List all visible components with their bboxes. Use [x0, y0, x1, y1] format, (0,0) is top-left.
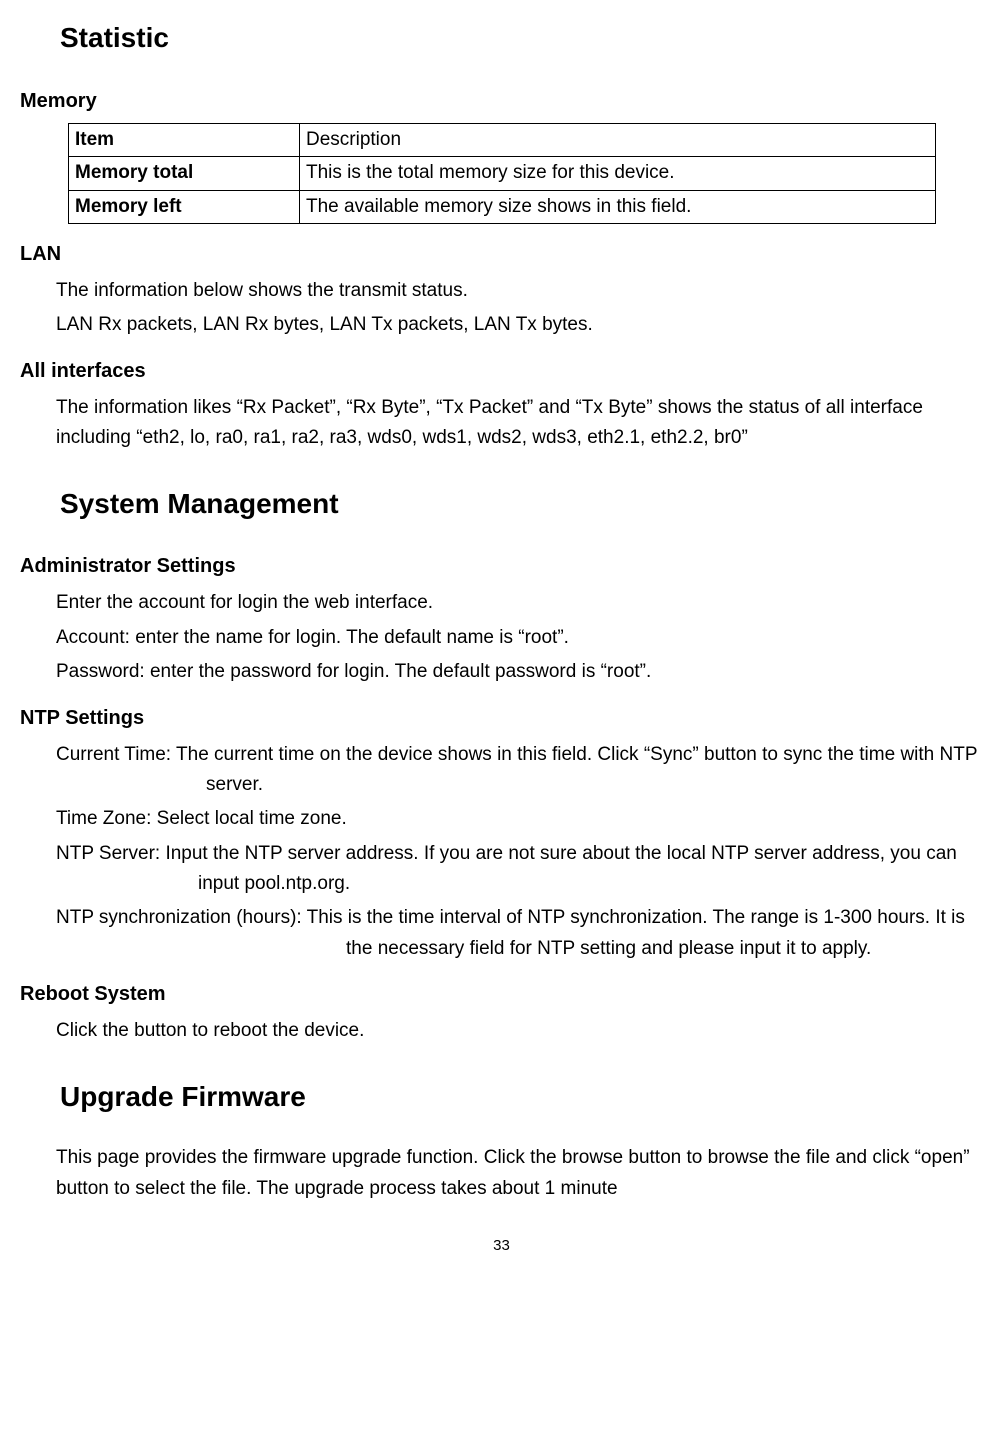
- table-cell-item: Memory left: [69, 190, 300, 223]
- table-row: Memory left The available memory size sh…: [69, 190, 936, 223]
- ntp-current-time: Current Time: The current time on the de…: [56, 740, 983, 801]
- heading-statistic: Statistic: [60, 16, 983, 61]
- lan-text-2: LAN Rx packets, LAN Rx bytes, LAN Tx pac…: [56, 310, 983, 340]
- memory-table: Item Description Memory total This is th…: [68, 123, 936, 224]
- subheading-lan: LAN: [20, 238, 983, 270]
- subheading-reboot-system: Reboot System: [20, 978, 983, 1010]
- table-header-desc: Description: [300, 123, 936, 156]
- subheading-all-interfaces: All interfaces: [20, 355, 983, 387]
- subheading-admin-settings: Administrator Settings: [20, 550, 983, 582]
- heading-system-management: System Management: [60, 482, 983, 527]
- ntp-time-zone: Time Zone: Select local time zone.: [56, 804, 983, 834]
- reboot-text: Click the button to reboot the device.: [56, 1016, 983, 1046]
- lan-text-1: The information below shows the transmit…: [56, 276, 983, 306]
- all-interfaces-text: The information likes “Rx Packet”, “Rx B…: [56, 393, 983, 454]
- heading-upgrade-firmware: Upgrade Firmware: [60, 1075, 983, 1120]
- table-cell-desc: The available memory size shows in this …: [300, 190, 936, 223]
- table-cell-desc: This is the total memory size for this d…: [300, 157, 936, 190]
- table-header-row: Item Description: [69, 123, 936, 156]
- table-header-item: Item: [69, 123, 300, 156]
- admin-text-3: Password: enter the password for login. …: [56, 657, 983, 687]
- table-cell-item: Memory total: [69, 157, 300, 190]
- subheading-memory: Memory: [20, 85, 983, 117]
- ntp-sync: NTP synchronization (hours): This is the…: [56, 903, 983, 964]
- page-number: 33: [20, 1234, 983, 1258]
- admin-text-2: Account: enter the name for login. The d…: [56, 623, 983, 653]
- table-row: Memory total This is the total memory si…: [69, 157, 936, 190]
- ntp-server: NTP Server: Input the NTP server address…: [56, 839, 983, 900]
- admin-text-1: Enter the account for login the web inte…: [56, 588, 983, 618]
- upgrade-firmware-text: This page provides the firmware upgrade …: [56, 1143, 983, 1204]
- subheading-ntp-settings: NTP Settings: [20, 702, 983, 734]
